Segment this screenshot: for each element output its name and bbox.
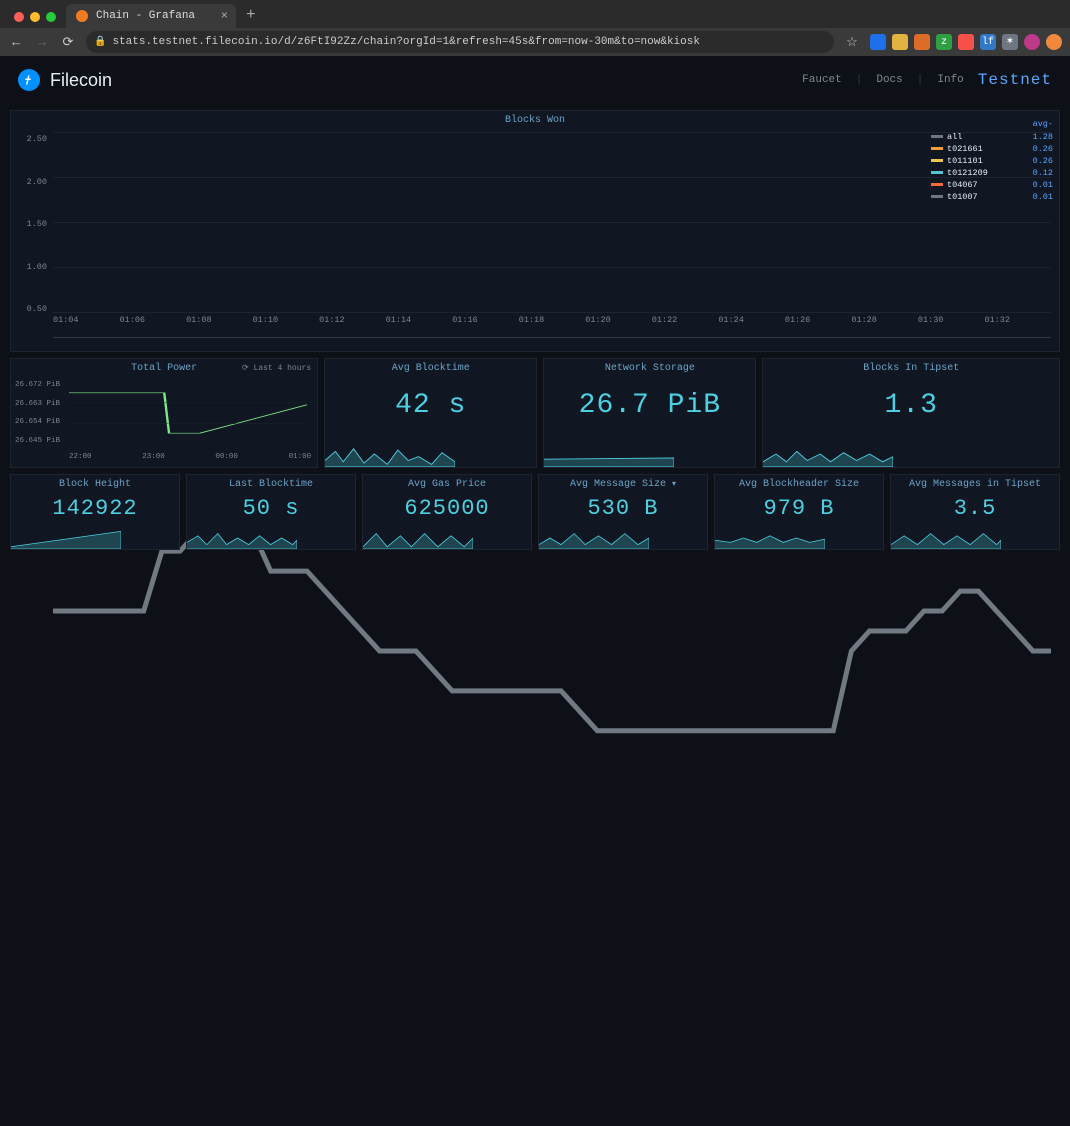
ext-icon[interactable]: ✶ [1002,34,1018,50]
sparkline [763,441,893,467]
back-icon[interactable]: ← [8,35,24,50]
stat-value: 625000 [363,492,531,521]
stat-value: 3.5 [891,492,1059,521]
address-bar[interactable]: 🔒 stats.testnet.filecoin.io/d/z6FtI92Zz/… [86,31,834,53]
panel-title: Blocks Won [11,111,1059,128]
power-line [69,381,307,445]
panel-avg-blocktime[interactable]: Avg Blocktime 42 s [324,358,537,468]
sparkline [363,527,473,549]
reload-icon[interactable]: ⟳ [60,35,76,50]
panel-title: Block Height [11,475,179,492]
panel-title: Avg Blocktime [325,359,536,376]
ext-icon[interactable] [892,34,908,50]
panel-title: Blocks In Tipset [763,359,1059,376]
nav-info[interactable]: Info [937,74,963,86]
power-chart: 26.672 PiB26.663 PiB26.654 PiB26.645 PiB [11,381,311,445]
panel-avg-message-size[interactable]: Avg Message Size ▾ 530 B [538,474,708,550]
plot-area: 01:0401:0601:0801:1001:1201:1401:1601:18… [53,132,1051,338]
panel-title: Avg Message Size ▾ [539,475,707,492]
address-row: ← → ⟳ 🔒 stats.testnet.filecoin.io/d/z6Ft… [0,28,1070,56]
extension-icons: z lf ✶ [870,34,1062,50]
tab-row: Chain - Grafana × + [0,0,1070,28]
bars [53,132,1051,313]
url-text: stats.testnet.filecoin.io/d/z6FtI92Zz/ch… [112,36,700,48]
stat-value: 50 s [187,492,355,521]
panel-avg-gas-price[interactable]: Avg Gas Price 625000 [362,474,532,550]
nav-faucet[interactable]: Faucet [802,74,842,86]
panel-title: Network Storage [544,359,755,376]
panel-title: Avg Gas Price [363,475,531,492]
panel-title: Last Blocktime [187,475,355,492]
window-controls [6,12,62,28]
y-axis: 2.502.001.501.000.50 [19,132,53,338]
panel-avg-blockheader-size[interactable]: Avg Blockheader Size 979 B [714,474,884,550]
stat-value: 142922 [11,492,179,521]
x-axis: 01:0401:0601:0801:1001:1201:1401:1601:18… [53,315,1051,337]
nav-docs[interactable]: Docs [876,74,902,86]
brand-name: Filecoin [50,70,112,91]
ext-icon[interactable]: z [936,34,952,50]
ext-icon[interactable] [958,34,974,50]
row-2: Total Power ⟳ Last 4 hours 26.672 PiB26.… [10,358,1060,468]
panel-blocks-in-tipset[interactable]: Blocks In Tipset 1.3 [762,358,1060,468]
panel-blocks-won[interactable]: Blocks Won 2.502.001.501.000.50 01:0401:… [10,110,1060,352]
grafana-favicon-icon [76,10,88,22]
ext-icon[interactable] [870,34,886,50]
tab-title: Chain - Grafana [96,10,195,22]
stat-value: 42 s [325,376,536,421]
header-nav: Faucet| Docs| Info Testnet [802,71,1052,89]
stat-value: 979 B [715,492,883,521]
lock-icon: 🔒 [94,36,106,48]
sparkline [539,527,649,549]
env-label: Testnet [978,71,1052,89]
sparkline [325,441,455,467]
panel-title: Avg Blockheader Size [715,475,883,492]
app-header: Filecoin Faucet| Docs| Info Testnet [0,56,1070,104]
sparkline [715,527,825,549]
sparkline [544,441,674,467]
forward-icon[interactable]: → [34,35,50,50]
panel-title: Avg Messages in Tipset [891,475,1059,492]
y-axis: 26.672 PiB26.663 PiB26.654 PiB26.645 PiB [15,381,60,445]
x-axis: 22:0023:0000:0001:00 [69,453,311,461]
time-range-label: ⟳ Last 4 hours [242,363,311,373]
chevron-down-icon: ▾ [672,480,676,489]
minimize-window-icon[interactable] [30,12,40,22]
star-icon[interactable]: ☆ [844,35,860,50]
panel-block-height[interactable]: Block Height 142922 [10,474,180,550]
stat-value: 530 B [539,492,707,521]
new-tab-button[interactable]: + [240,6,262,28]
panel-total-power[interactable]: Total Power ⟳ Last 4 hours 26.672 PiB26.… [10,358,318,468]
maximize-window-icon[interactable] [46,12,56,22]
chart-body: 2.502.001.501.000.50 01:0401:0601:0801:1… [11,128,1059,338]
browser-tab[interactable]: Chain - Grafana × [66,4,236,28]
close-tab-icon[interactable]: × [221,9,228,23]
ext-icon[interactable]: lf [980,34,996,50]
legend: avg- all1.28t0216610.26t0111010.26t01212… [931,119,1053,203]
ext-icon[interactable] [1046,34,1062,50]
dashboard: Blocks Won 2.502.001.501.000.50 01:0401:… [0,104,1070,550]
row-3: Block Height 142922 Last Blocktime 50 s … [10,474,1060,550]
brand: Filecoin [18,69,112,91]
sparkline [11,527,121,549]
sparkline [891,527,1001,549]
profile-avatar-icon[interactable] [1024,34,1040,50]
sparkline [187,527,297,549]
stat-value: 26.7 PiB [544,376,755,421]
close-window-icon[interactable] [14,12,24,22]
browser-chrome: Chain - Grafana × + ← → ⟳ 🔒 stats.testne… [0,0,1070,56]
ext-icon[interactable] [914,34,930,50]
panel-network-storage[interactable]: Network Storage 26.7 PiB [543,358,756,468]
panel-avg-messages-in-tipset[interactable]: Avg Messages in Tipset 3.5 [890,474,1060,550]
panel-last-blocktime[interactable]: Last Blocktime 50 s [186,474,356,550]
stat-value: 1.3 [763,376,1059,421]
filecoin-logo-icon [18,69,40,91]
